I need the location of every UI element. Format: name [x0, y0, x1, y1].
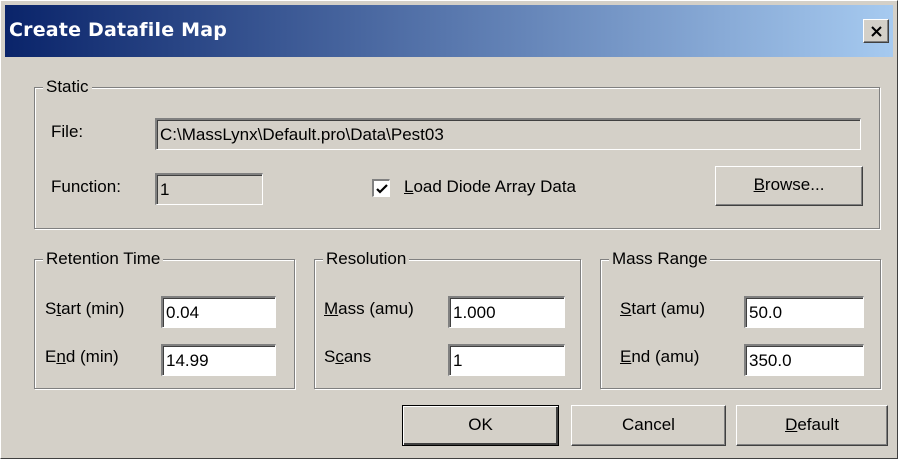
- file-path-field: C:\MassLynx\Default.pro\Data\Pest03: [155, 118, 861, 150]
- mass-range-group: Mass Range Start (amu) 50.0 End (amu) 35…: [600, 248, 881, 389]
- function-label: Function:: [51, 177, 121, 196]
- load-diode-label: Load Diode Array Data: [404, 177, 577, 196]
- resolution-legend: Resolution: [323, 248, 410, 270]
- load-diode-checkbox-box[interactable]: [372, 179, 390, 197]
- resolution-group: Resolution Mass (amu) 1.000 Scans 1: [314, 248, 581, 389]
- rt-end-input[interactable]: 14.99: [161, 344, 276, 376]
- dialog-title: Create Datafile Map: [9, 19, 228, 41]
- rt-end-label: End (min): [45, 347, 119, 366]
- mass-range-legend: Mass Range: [609, 248, 711, 270]
- file-label: File:: [51, 122, 84, 141]
- ok-button[interactable]: OK: [402, 405, 559, 446]
- mr-start-input[interactable]: 50.0: [744, 296, 864, 328]
- scans-input[interactable]: 1: [448, 344, 565, 376]
- close-button[interactable]: [863, 19, 889, 43]
- function-field: 1: [155, 173, 263, 205]
- browse-button[interactable]: Browse...: [715, 166, 863, 206]
- static-group: Static File: C:\MassLynx\Default.pro\Dat…: [34, 76, 880, 229]
- default-button[interactable]: Default: [736, 405, 888, 446]
- cancel-button[interactable]: Cancel: [571, 405, 726, 446]
- mr-end-input[interactable]: 350.0: [744, 344, 864, 376]
- mass-amu-label: Mass (amu): [324, 299, 414, 318]
- retention-time-legend: Retention Time: [43, 248, 164, 270]
- checkmark-icon: [376, 184, 388, 194]
- mass-amu-input[interactable]: 1.000: [448, 296, 565, 328]
- mr-end-label: End (amu): [620, 347, 700, 366]
- title-bar[interactable]: Create Datafile Map: [5, 5, 893, 57]
- scans-label: Scans: [324, 347, 372, 366]
- dialog-window: Create Datafile Map Static File: C:\Mass…: [0, 0, 898, 459]
- rt-start-input[interactable]: 0.04: [161, 296, 276, 328]
- load-diode-checkbox[interactable]: Load Diode Array Data: [372, 177, 632, 203]
- rt-start-label: Start (min): [45, 299, 125, 318]
- close-icon: [871, 26, 882, 37]
- mr-start-label: Start (amu): [620, 299, 706, 318]
- static-legend: Static: [43, 76, 92, 98]
- retention-time-group: Retention Time Start (min) 0.04 End (min…: [34, 248, 295, 389]
